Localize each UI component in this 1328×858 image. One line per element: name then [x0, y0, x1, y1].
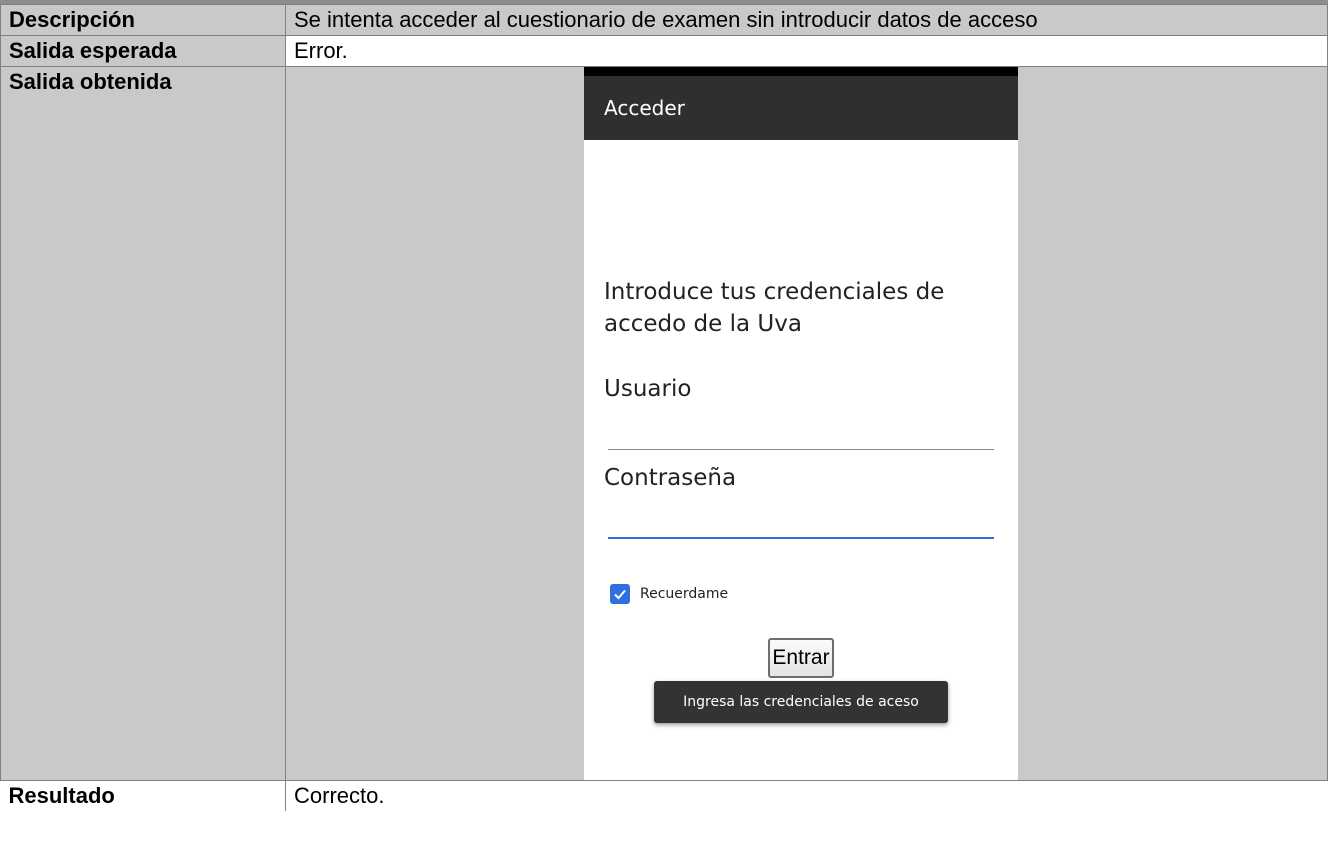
description-value: Se intenta acceder al cuestionario de ex… — [285, 4, 1328, 36]
row-expected-output: Salida esperada Error. — [0, 35, 1328, 67]
checkmark-icon — [614, 589, 626, 600]
app-bar: Acceder — [584, 76, 1018, 140]
description-label: Descripción — [0, 4, 286, 36]
obtained-output-label: Salida obtenida — [0, 66, 286, 781]
username-field[interactable]: Usuario — [604, 374, 691, 404]
password-underline — [608, 537, 994, 539]
password-field[interactable]: Contraseña — [604, 463, 736, 493]
intro-text: Introduce tus credenciales de accedo de … — [604, 279, 945, 337]
test-case-table: Descripción Se intenta acceder al cuesti… — [0, 4, 1328, 811]
remember-me-row[interactable]: Recuerdame — [610, 579, 728, 609]
status-bar — [584, 67, 1018, 76]
phone-screenshot: Acceder Introduce tus credenciales de ac… — [584, 67, 1018, 780]
document-page: Descripción Se intenta acceder al cuesti… — [0, 0, 1328, 858]
row-result: Resultado Correcto. — [0, 780, 1328, 811]
obtained-output-cell: Acceder Introduce tus credenciales de ac… — [285, 66, 1328, 781]
expected-output-label: Salida esperada — [0, 35, 286, 67]
username-underline — [608, 449, 994, 450]
row-obtained-output: Salida obtenida Acceder Introduce tus cr… — [0, 66, 1328, 781]
result-value: Correcto. — [285, 780, 1328, 811]
error-toast: Ingresa las credenciales de aceso — [654, 681, 948, 723]
row-description: Descripción Se intenta acceder al cuesti… — [0, 4, 1328, 36]
expected-output-value: Error. — [285, 35, 1328, 67]
result-label: Resultado — [0, 780, 286, 811]
remember-me-checkbox[interactable] — [610, 584, 630, 604]
enter-button[interactable]: Entrar — [768, 638, 834, 678]
remember-me-label: Recuerdame — [640, 586, 729, 602]
app-bar-title: Acceder — [604, 96, 685, 120]
